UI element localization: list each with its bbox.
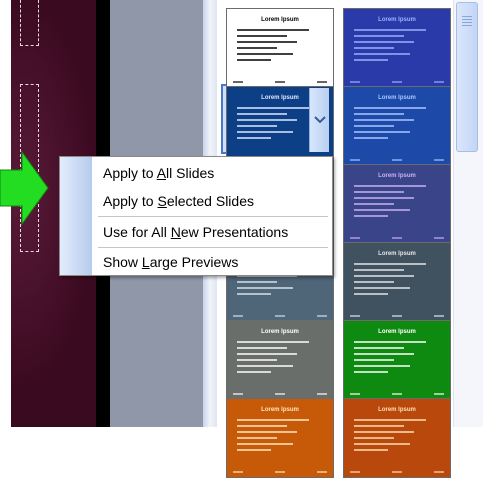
thumbnail-text-lines bbox=[354, 29, 434, 65]
thumbnail-footer bbox=[350, 471, 444, 473]
menu-item-label: arge Previews bbox=[149, 254, 239, 270]
template-thumbnail[interactable]: Lorem Ipsum bbox=[343, 398, 451, 478]
menu-separator bbox=[98, 216, 328, 217]
green-arrow-icon bbox=[0, 150, 49, 226]
menu-item-label: elected Slides bbox=[166, 193, 254, 209]
chevron-down-icon bbox=[313, 116, 326, 124]
thumbnail-footer bbox=[350, 315, 444, 317]
thumbnail-text-lines bbox=[354, 263, 434, 299]
context-menu: Apply to All Slides Apply to Selected Sl… bbox=[59, 156, 333, 276]
thumbnail-title: Lorem Ipsum bbox=[378, 251, 416, 257]
thumbnail-title: Lorem Ipsum bbox=[378, 329, 416, 335]
thumbnail-title: Lorem Ipsum bbox=[261, 329, 299, 335]
menu-item-label: Apply to bbox=[103, 193, 158, 209]
thumbnail-title: Lorem Ipsum bbox=[261, 407, 299, 413]
menu-item-use-for-all-new-presentations[interactable]: Use for All New Presentations bbox=[92, 218, 332, 246]
template-thumbnail[interactable]: Lorem Ipsum bbox=[226, 8, 334, 88]
menu-item-label: Apply to bbox=[103, 165, 157, 181]
thumbnail-text-lines bbox=[354, 107, 434, 143]
thumbnail-title: Lorem Ipsum bbox=[261, 17, 299, 23]
template-thumbnail[interactable]: Lorem Ipsum bbox=[343, 164, 451, 244]
thumbnail-footer bbox=[350, 237, 444, 239]
thumbnail-title: Lorem Ipsum bbox=[378, 173, 416, 179]
thumbnail-footer bbox=[350, 159, 444, 161]
thumbnail-footer bbox=[350, 81, 444, 83]
thumbnail-title: Lorem Ipsum bbox=[378, 407, 416, 413]
menu-item-show-large-previews[interactable]: Show Large Previews bbox=[92, 248, 332, 276]
menu-item-label: ll Slides bbox=[166, 165, 215, 181]
menu-item-accelerator: N bbox=[170, 224, 181, 240]
thumbnail-footer bbox=[350, 393, 444, 395]
thumbnail-text-lines bbox=[237, 107, 317, 143]
thumbnail-text-lines bbox=[354, 419, 434, 455]
menu-item-label: ew Presentations bbox=[180, 224, 289, 240]
thumbnail-text-lines bbox=[237, 341, 317, 377]
thumbnail-footer bbox=[233, 393, 327, 395]
template-thumbnail[interactable]: Lorem Ipsum bbox=[343, 86, 451, 166]
thumbnail-text-lines bbox=[237, 29, 317, 65]
menu-item-apply-to-all-slides[interactable]: Apply to All Slides bbox=[92, 159, 332, 187]
menu-item-label: Show bbox=[103, 254, 142, 270]
menu-item-label: Use for All bbox=[103, 224, 171, 240]
menu-item-apply-to-selected-slides[interactable]: Apply to Selected Slides bbox=[92, 187, 332, 215]
template-thumbnail[interactable]: Lorem Ipsum bbox=[226, 398, 334, 478]
menu-icon-gutter bbox=[60, 157, 92, 275]
template-thumbnail[interactable]: Lorem Ipsum bbox=[343, 8, 451, 88]
thumbnail-title: Lorem Ipsum bbox=[378, 95, 416, 101]
template-dropdown-button[interactable] bbox=[309, 88, 329, 152]
thumbnail-text-lines bbox=[354, 341, 434, 377]
template-thumbnail[interactable]: Lorem Ipsum bbox=[343, 242, 451, 322]
menu-item-accelerator: A bbox=[156, 165, 167, 181]
grip-icon bbox=[462, 16, 472, 28]
thumbnail-footer bbox=[233, 315, 327, 317]
thumbnail-footer bbox=[233, 81, 327, 83]
thumbnail-text-lines bbox=[354, 185, 434, 221]
menu-item-accelerator: L bbox=[141, 254, 150, 270]
template-thumbnail[interactable]: Lorem Ipsum bbox=[226, 320, 334, 400]
thumbnail-footer bbox=[233, 471, 327, 473]
thumbnail-title: Lorem Ipsum bbox=[378, 17, 416, 23]
thumbnail-text-lines bbox=[237, 419, 317, 455]
template-thumbnail[interactable]: Lorem Ipsum bbox=[343, 320, 451, 400]
menu-item-accelerator: S bbox=[157, 193, 167, 209]
